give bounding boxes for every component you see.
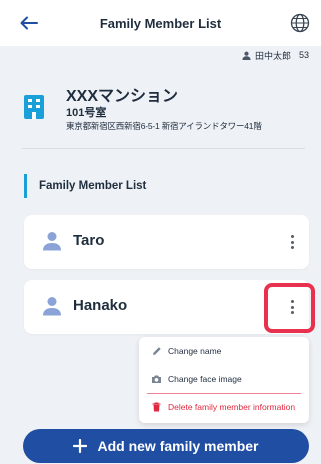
menu-item-label: Delete family member information bbox=[168, 402, 296, 412]
language-button[interactable] bbox=[289, 12, 311, 34]
app-header: Family Member List bbox=[0, 0, 321, 46]
menu-item-delete-member[interactable]: Delete family member information bbox=[139, 394, 309, 420]
kebab-dot bbox=[290, 305, 294, 309]
person-icon bbox=[43, 232, 61, 251]
user-name: 田中太郎 bbox=[254, 50, 291, 61]
page-title: Family Member List bbox=[99, 15, 222, 31]
building-icon bbox=[24, 95, 44, 119]
menu-item-label: Change name bbox=[168, 346, 222, 356]
member-card-taro[interactable]: Taro bbox=[24, 215, 309, 269]
section-title: Family Member List bbox=[24, 174, 146, 198]
arrow-left-icon bbox=[20, 16, 38, 30]
divider bbox=[22, 148, 305, 149]
kebab-dot bbox=[290, 235, 294, 238]
menu-item-change-name[interactable]: Change name bbox=[139, 338, 309, 364]
context-menu: Change name Change face image Delete fam… bbox=[139, 337, 309, 423]
back-button[interactable] bbox=[18, 13, 40, 33]
menu-item-change-face-image[interactable]: Change face image bbox=[139, 366, 309, 392]
trash-icon bbox=[151, 402, 162, 413]
member-card-hanako[interactable]: Hanako bbox=[24, 280, 309, 334]
plus-icon bbox=[73, 439, 88, 453]
person-icon bbox=[43, 297, 61, 316]
user-info: 田中太郎 53 bbox=[242, 48, 309, 62]
person-icon bbox=[242, 51, 251, 60]
building-address: 東京都新宿区西新宿6-5-1 新宿アイランドタワー41階 bbox=[66, 121, 262, 131]
building-name: XXXマンション bbox=[66, 88, 179, 105]
more-options-button[interactable] bbox=[285, 232, 299, 252]
globe-icon bbox=[290, 13, 310, 33]
add-member-button[interactable]: Add new family member bbox=[23, 429, 309, 463]
kebab-dot bbox=[290, 311, 294, 314]
member-name: Hanako bbox=[73, 297, 128, 314]
kebab-dot bbox=[290, 240, 294, 244]
kebab-dot bbox=[290, 246, 294, 249]
pencil-icon bbox=[151, 346, 162, 357]
user-id: 53 bbox=[298, 50, 309, 60]
kebab-dot bbox=[290, 300, 294, 303]
add-member-label: Add new family member bbox=[97, 438, 259, 454]
camera-icon bbox=[151, 374, 162, 385]
member-name: Taro bbox=[73, 232, 105, 249]
menu-item-label: Change face image bbox=[168, 374, 242, 384]
more-options-button[interactable] bbox=[285, 297, 299, 317]
room-number: 101号室 bbox=[66, 107, 107, 119]
